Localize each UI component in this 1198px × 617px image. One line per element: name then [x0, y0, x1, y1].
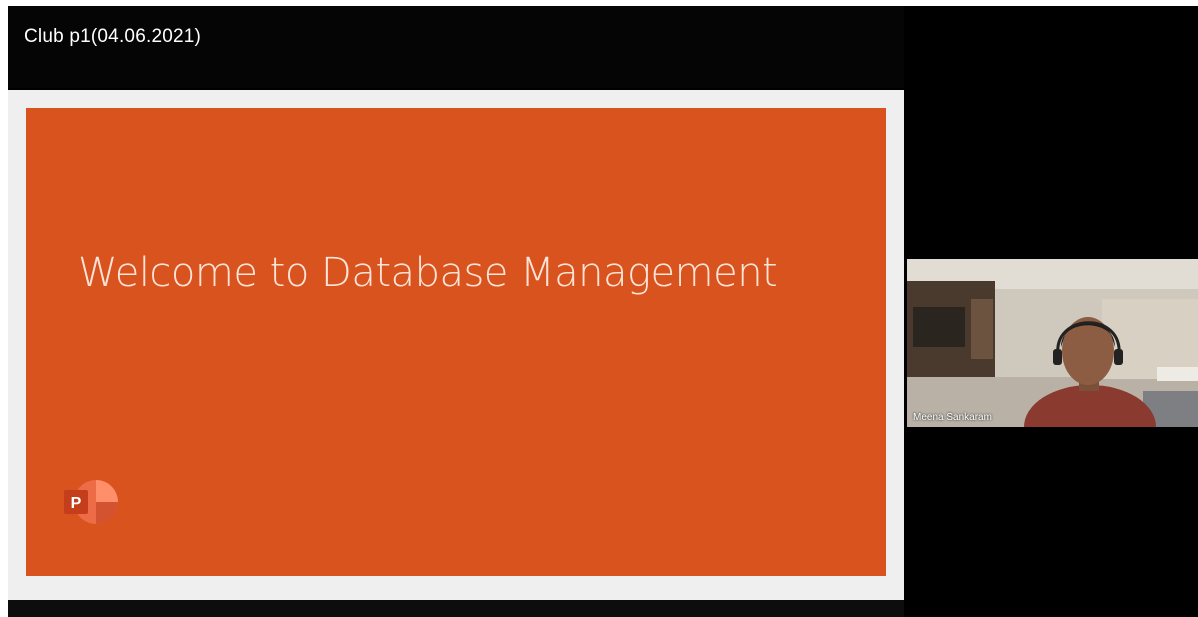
meeting-stage: Club p1(04.06.2021) Welcome to Database …	[8, 6, 1198, 617]
powerpoint-icon: P	[62, 478, 120, 526]
meeting-title: Club p1(04.06.2021)	[24, 26, 202, 47]
participant-video-tile[interactable]: Meena Sankaram	[907, 259, 1198, 427]
meeting-title-bar: Club p1(04.06.2021)	[8, 6, 904, 88]
shared-screen: Welcome to Database Management P	[8, 90, 904, 600]
screen-share-bottom-bar	[8, 600, 904, 617]
participant-name-label: Meena Sankaram	[913, 412, 992, 423]
presentation-slide: Welcome to Database Management P	[26, 108, 886, 576]
participant-video	[907, 259, 1198, 427]
svg-text:P: P	[71, 495, 82, 512]
slide-title: Welcome to Database Management	[78, 250, 778, 296]
